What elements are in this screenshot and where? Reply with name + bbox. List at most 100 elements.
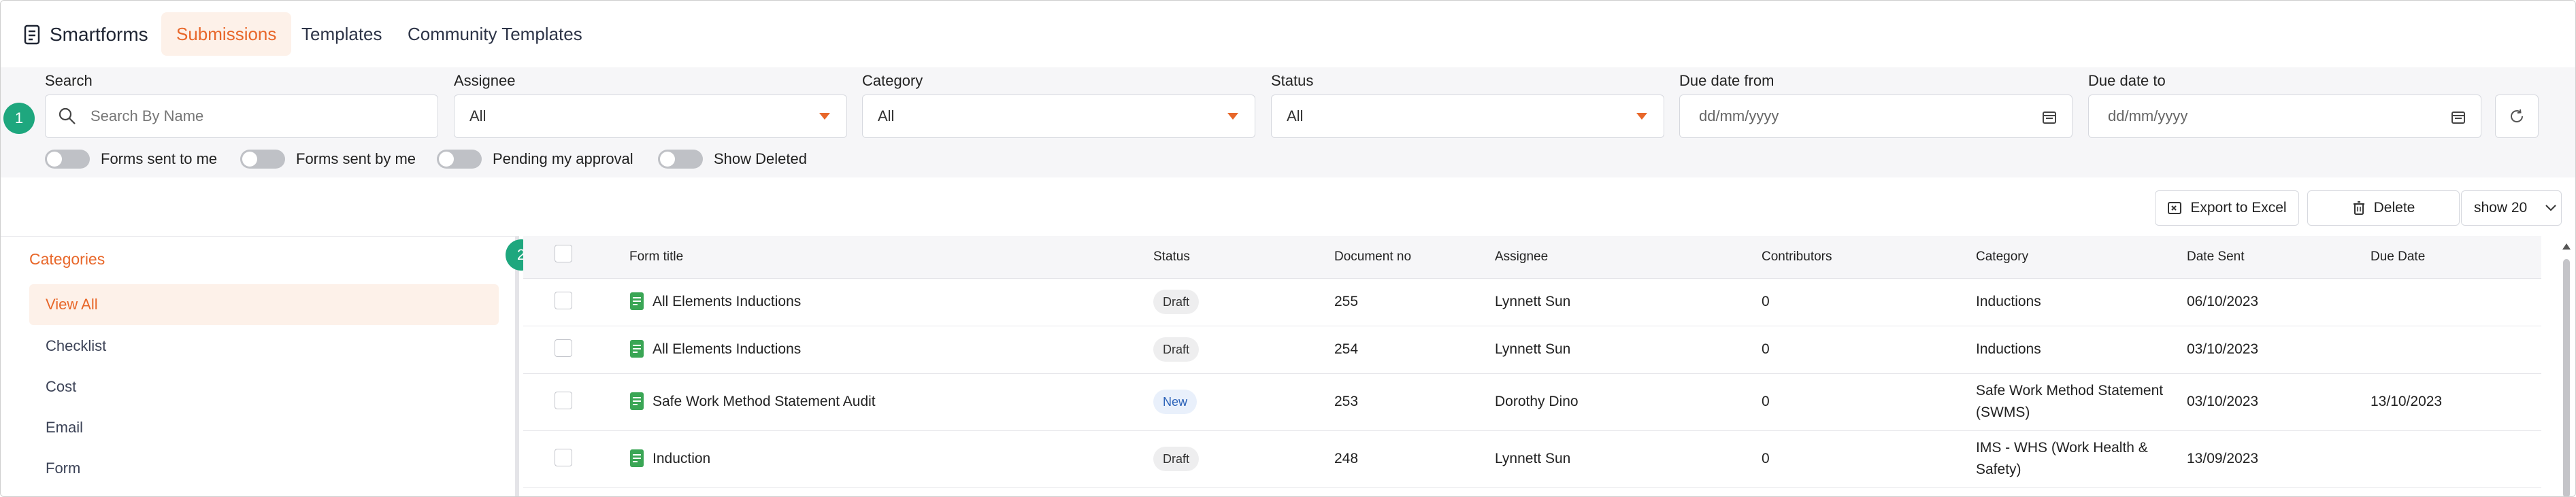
category-line-1: Safe Work Method Statement	[1976, 383, 2164, 398]
categories-panel: Categories View All Checklist Cost Email…	[1, 236, 519, 496]
table-row[interactable]: All Elements Inductions Draft 254 Lynnet…	[523, 326, 2541, 374]
assignee: Lynnett Sun	[1495, 341, 1571, 357]
category-item-label: Checklist	[46, 337, 107, 354]
col-assignee[interactable]: Assignee	[1495, 250, 1548, 264]
assignee-label: Assignee	[454, 72, 516, 89]
due-to-input[interactable]: dd/mm/yyyy	[2088, 95, 2481, 138]
search-label: Search	[45, 72, 93, 89]
form-title[interactable]: All Elements Inductions	[653, 340, 801, 359]
form-icon	[630, 340, 644, 358]
export-label: Export to Excel	[2190, 200, 2287, 216]
due-to-label: Due date to	[2088, 72, 2166, 89]
trash-icon	[2353, 201, 2364, 215]
table-row[interactable]: Safe Work Method Statement Audit New 253…	[523, 373, 2541, 431]
toggle-forms-sent-to-me[interactable]: Forms sent to me	[45, 150, 217, 169]
col-form-title[interactable]: Form title	[629, 250, 683, 264]
category-select[interactable]: All	[862, 95, 1255, 138]
due-from-placeholder: dd/mm/yyyy	[1699, 107, 1779, 124]
form-title[interactable]: Induction	[653, 449, 710, 468]
table-scrollbar[interactable]	[2560, 236, 2573, 496]
row-checkbox[interactable]	[555, 449, 572, 466]
tab-community-templates[interactable]: Community Templates	[393, 12, 597, 56]
document-no: 254	[1334, 341, 1359, 357]
scroll-up-icon[interactable]	[2560, 241, 2573, 252]
col-document-no[interactable]: Document no	[1334, 250, 1411, 264]
toggle-switch[interactable]	[45, 150, 90, 169]
toggle-forms-sent-by-me[interactable]: Forms sent by me	[240, 150, 416, 169]
row-checkbox[interactable]	[555, 339, 572, 357]
refresh-button[interactable]	[2495, 95, 2539, 138]
tab-templates[interactable]: Templates	[286, 12, 397, 56]
due-from-label: Due date from	[1679, 72, 1774, 89]
assignee: Lynnett Sun	[1495, 451, 1571, 466]
scrollbar-thumb[interactable]	[2563, 259, 2570, 496]
export-excel-button[interactable]: Export to Excel	[2155, 190, 2299, 226]
document-no: 253	[1334, 394, 1359, 409]
step-badge-1: 1	[3, 103, 35, 134]
category-item-checklist[interactable]: Checklist	[29, 326, 499, 366]
category-item-label: Email	[46, 419, 84, 436]
toggle-pending-my-approval[interactable]: Pending my approval	[437, 150, 633, 169]
status-select[interactable]: All	[1271, 95, 1664, 138]
form-icon	[630, 292, 644, 310]
toggle-switch[interactable]	[240, 150, 285, 169]
search-icon	[59, 107, 76, 124]
date-sent: 03/10/2023	[2187, 394, 2259, 409]
form-title[interactable]: All Elements Inductions	[653, 292, 801, 311]
form-title[interactable]: Safe Work Method Statement Audit	[653, 392, 876, 411]
due-to-placeholder: dd/mm/yyyy	[2108, 107, 2188, 124]
col-date-sent[interactable]: Date Sent	[2187, 250, 2245, 264]
status-label: Status	[1271, 72, 1314, 89]
category-value: All	[878, 107, 895, 124]
due-from-input[interactable]: dd/mm/yyyy	[1679, 95, 2073, 138]
toggle-label: Forms sent by me	[296, 150, 416, 167]
form-icon	[630, 392, 644, 410]
category: Inductions	[1976, 294, 2041, 309]
select-all-checkbox[interactable]	[555, 245, 572, 262]
category-item-label: Cost	[46, 378, 77, 395]
col-due-date[interactable]: Due Date	[2371, 250, 2425, 264]
col-contributors[interactable]: Contributors	[1762, 250, 1832, 264]
page-size-value: show 20	[2474, 200, 2528, 216]
row-checkbox[interactable]	[555, 392, 572, 409]
contributors: 0	[1762, 394, 1770, 409]
calendar-icon[interactable]	[2451, 109, 2466, 124]
assignee-select[interactable]: All	[454, 95, 847, 138]
date-sent: 06/10/2023	[2187, 294, 2259, 309]
col-category[interactable]: Category	[1976, 250, 2028, 264]
category-item-label: View All	[46, 296, 98, 313]
chevron-down-icon	[2545, 205, 2556, 211]
category-item-email[interactable]: Email	[29, 407, 499, 448]
toggle-show-deleted[interactable]: Show Deleted	[658, 150, 807, 169]
status-badge: Draft	[1153, 447, 1200, 471]
row-checkbox[interactable]	[555, 292, 572, 309]
category-line-1: IMS - WHS (Work Health &	[1976, 440, 2148, 456]
chevron-down-icon	[819, 113, 830, 120]
category-item-cost[interactable]: Cost	[29, 366, 499, 407]
toggle-switch[interactable]	[437, 150, 482, 169]
table-row[interactable]: All Elements Inductions Draft 255 Lynnet…	[523, 278, 2541, 326]
status-badge: Draft	[1153, 337, 1200, 362]
toggle-switch[interactable]	[658, 150, 703, 169]
assignee: Dorothy Dino	[1495, 394, 1579, 409]
brand-name: Smartforms	[50, 24, 148, 45]
category-item-form[interactable]: Form	[29, 448, 499, 489]
tab-submissions[interactable]: Submissions	[161, 12, 292, 56]
categories-title: Categories	[29, 250, 105, 268]
delete-button[interactable]: Delete	[2307, 190, 2460, 226]
category-line-2: Safety)	[1976, 462, 2021, 477]
table-header: Form title Status Document no Assignee C…	[523, 236, 2541, 279]
status-value: All	[1287, 107, 1304, 124]
page-size-select[interactable]: show 20	[2461, 190, 2562, 226]
search-input[interactable]: Search By Name	[45, 95, 438, 138]
document-no: 248	[1334, 451, 1359, 466]
category-item-view-all[interactable]: View All	[29, 284, 499, 325]
status-badge: New	[1153, 390, 1198, 414]
calendar-icon[interactable]	[2042, 109, 2057, 124]
assignee: Lynnett Sun	[1495, 294, 1571, 309]
col-status[interactable]: Status	[1153, 250, 1190, 264]
brand: Smartforms	[24, 24, 148, 46]
date-sent: 03/10/2023	[2187, 341, 2259, 357]
top-nav: Smartforms Submissions Templates Communi…	[1, 1, 2575, 67]
table-row[interactable]: Induction Draft 248 Lynnett Sun 0 IMS - …	[523, 430, 2541, 488]
